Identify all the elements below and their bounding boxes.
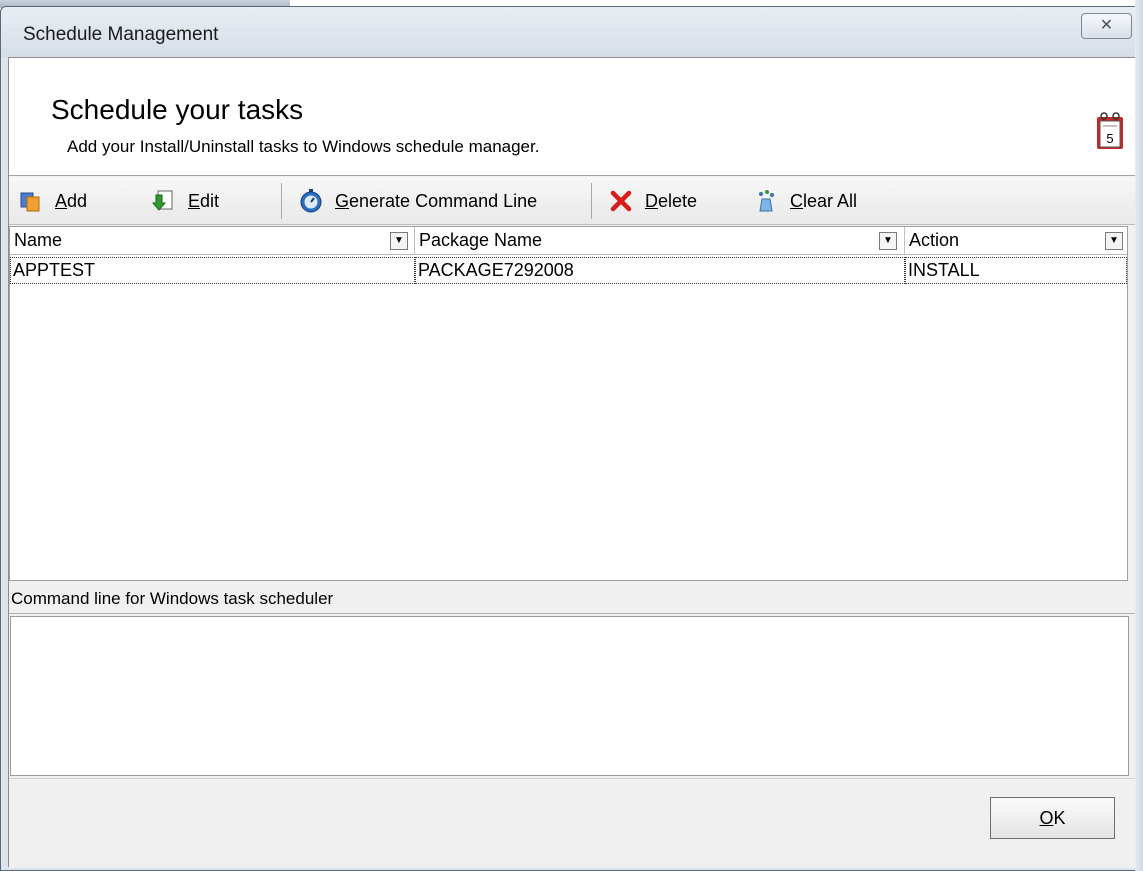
action-filter-dropdown[interactable]: ▼: [1105, 232, 1123, 250]
toolbar: Add Edit Generate Command Line D elete C…: [9, 177, 1135, 225]
generate-button-label: enerate Command Line: [349, 190, 538, 211]
clear-all-button[interactable]: Clear All: [754, 187, 857, 215]
tasks-grid[interactable]: Name ▼ Package Name ▼ Action ▼ APPTEST P…: [9, 226, 1128, 581]
add-button-accel: A: [55, 190, 68, 211]
add-button-label: dd: [67, 190, 88, 211]
table-row[interactable]: APPTEST PACKAGE7292008 INSTALL: [10, 257, 1127, 284]
ok-button-label: K: [1053, 807, 1066, 828]
name-filter-dropdown[interactable]: ▼: [390, 232, 408, 250]
package-filter-dropdown[interactable]: ▼: [879, 232, 897, 250]
header-panel: Schedule your tasks Add your Install/Uni…: [9, 58, 1135, 176]
delete-button[interactable]: Delete: [609, 187, 697, 215]
column-header-name[interactable]: Name: [10, 227, 415, 255]
cell-package-name[interactable]: PACKAGE7292008: [415, 257, 905, 284]
edit-button-label: dit: [200, 190, 220, 211]
delete-button-label: elete: [658, 190, 698, 211]
clear-button-accel: C: [790, 190, 803, 211]
header-title: Schedule your tasks: [51, 94, 304, 125]
generate-command-line-button[interactable]: Generate Command Line: [299, 187, 537, 215]
header-subtitle: Add your Install/Uninstall tasks to Wind…: [67, 137, 540, 156]
close-button[interactable]: ✕: [1081, 13, 1132, 39]
window-title: Schedule Management: [23, 24, 219, 45]
generate-button-accel: G: [335, 190, 350, 211]
cell-name[interactable]: APPTEST: [10, 257, 415, 284]
column-header-label: Name: [14, 230, 63, 250]
edit-button-accel: E: [188, 190, 201, 211]
clear-button-label: lear All: [803, 190, 858, 211]
column-header-label: Action: [909, 230, 960, 250]
command-line-label: Command line for Windows task scheduler: [9, 584, 1135, 614]
add-button[interactable]: Add: [19, 187, 87, 215]
edit-icon: [152, 190, 173, 211]
stopwatch-icon: [300, 189, 322, 213]
delete-button-accel: D: [645, 190, 658, 211]
clear-icon: [759, 190, 774, 212]
calendar-icon: 5: [1097, 112, 1123, 149]
edit-button[interactable]: Edit: [152, 187, 219, 215]
column-header-package[interactable]: Package Name: [415, 227, 905, 255]
background-edge: [1135, 0, 1143, 871]
calendar-day-number: 5: [1106, 131, 1113, 146]
grid-header: Name ▼ Package Name ▼ Action ▼: [10, 227, 1127, 255]
ok-button-accel: O: [1039, 807, 1054, 828]
dialog-client-area: Schedule your tasks Add your Install/Uni…: [8, 57, 1136, 868]
cell-action[interactable]: INSTALL: [905, 257, 1127, 284]
toolbar-separator: [281, 183, 282, 219]
add-icon: [20, 192, 40, 212]
column-header-label: Package Name: [419, 230, 543, 250]
schedule-management-window: Schedule Management ✕ Schedule your task…: [0, 6, 1143, 871]
column-header-action[interactable]: Action: [905, 227, 1129, 255]
dialog-footer: OK: [9, 778, 1135, 868]
toolbar-separator: [591, 183, 592, 219]
title-bar[interactable]: Schedule Management ✕: [1, 7, 1142, 57]
ok-button[interactable]: OK: [990, 797, 1115, 839]
delete-icon: [610, 190, 632, 212]
command-line-textarea[interactable]: [10, 616, 1129, 776]
